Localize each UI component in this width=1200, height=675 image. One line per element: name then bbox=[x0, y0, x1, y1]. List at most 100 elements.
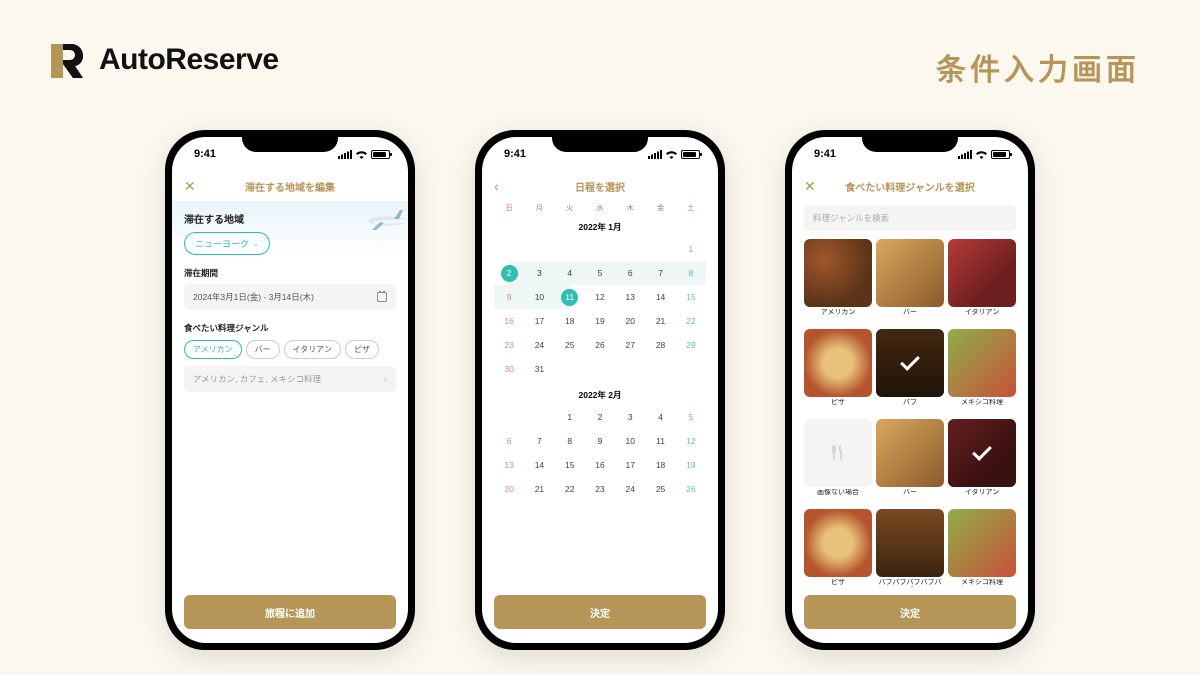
calendar-day[interactable]: 15 bbox=[555, 453, 585, 477]
close-button[interactable]: ✕ bbox=[184, 178, 196, 195]
calendar-day[interactable]: 5 bbox=[676, 405, 706, 429]
calendar-day[interactable]: 30 bbox=[494, 357, 524, 381]
more-genre-text: アメリカン, カフェ, メキシコ料理 bbox=[193, 373, 321, 385]
genre-image bbox=[948, 239, 1016, 307]
calendar-day[interactable]: 20 bbox=[494, 477, 524, 501]
calendar-day[interactable]: 23 bbox=[585, 477, 615, 501]
calendar-day[interactable]: 7 bbox=[645, 261, 675, 285]
calendar-day[interactable]: 22 bbox=[555, 477, 585, 501]
genre-image bbox=[804, 509, 872, 577]
calendar-day[interactable]: 19 bbox=[676, 453, 706, 477]
confirm-button[interactable]: 決定 bbox=[804, 595, 1016, 629]
genre-item[interactable]: アメリカン bbox=[804, 239, 872, 323]
calendar-day[interactable]: 17 bbox=[524, 309, 554, 333]
genre-item[interactable]: メキシコ料理 bbox=[948, 509, 1016, 587]
calendar-day[interactable]: 9 bbox=[585, 429, 615, 453]
calendar-day[interactable]: 16 bbox=[494, 309, 524, 333]
genre-item[interactable]: 画像ない場合 bbox=[804, 419, 872, 503]
check-icon bbox=[972, 441, 992, 461]
calendar-day[interactable]: 10 bbox=[524, 285, 554, 309]
calendar-day[interactable]: 14 bbox=[645, 285, 675, 309]
calendar-day[interactable]: 12 bbox=[585, 285, 615, 309]
genre-chip[interactable]: アメリカン bbox=[184, 340, 242, 359]
calendar-day[interactable]: 19 bbox=[585, 309, 615, 333]
status-time: 9:41 bbox=[504, 148, 526, 160]
calendar-day[interactable]: 1 bbox=[555, 405, 585, 429]
calendar-day[interactable]: 13 bbox=[615, 285, 645, 309]
calendar-day[interactable]: 1 bbox=[676, 237, 706, 261]
calendar-day[interactable]: 23 bbox=[494, 333, 524, 357]
genre-item[interactable]: イタリアン bbox=[948, 239, 1016, 323]
location-select[interactable]: ニューヨーク ⌄ bbox=[184, 232, 270, 255]
calendar-day[interactable]: 10 bbox=[615, 429, 645, 453]
calendar-day[interactable]: 18 bbox=[645, 453, 675, 477]
calendar-day[interactable]: 14 bbox=[524, 453, 554, 477]
calendar-day[interactable]: 3 bbox=[524, 261, 554, 285]
calendar-day[interactable]: 2 bbox=[585, 405, 615, 429]
calendar-day[interactable]: 27 bbox=[615, 333, 645, 357]
calendar-day[interactable]: 25 bbox=[555, 333, 585, 357]
calendar-day[interactable]: 6 bbox=[494, 429, 524, 453]
calendar-day[interactable]: 11 bbox=[555, 285, 585, 309]
calendar-day[interactable]: 28 bbox=[645, 333, 675, 357]
calendar-day[interactable]: 31 bbox=[524, 357, 554, 381]
calendar-day[interactable]: 29 bbox=[676, 333, 706, 357]
genre-label: パブパブパブパブパブ bbox=[876, 579, 944, 587]
calendar-day[interactable]: 24 bbox=[524, 333, 554, 357]
genre-item[interactable]: ピザ bbox=[804, 329, 872, 413]
genre-chip[interactable]: ピザ bbox=[345, 340, 379, 359]
add-to-itinerary-button[interactable]: 旅程に追加 bbox=[184, 595, 396, 629]
nav-title: 食べたい料理ジャンルを選択 bbox=[845, 179, 975, 194]
genre-item[interactable]: バー bbox=[876, 239, 944, 323]
calendar-day[interactable]: 4 bbox=[555, 261, 585, 285]
calendar-day[interactable]: 2 bbox=[494, 261, 524, 285]
genre-image bbox=[876, 239, 944, 307]
calendar-day[interactable]: 18 bbox=[555, 309, 585, 333]
date-range-input[interactable]: 2024年3月1日(金) - 3月14日(木) bbox=[184, 284, 396, 310]
calendar-day[interactable]: 8 bbox=[676, 261, 706, 285]
genre-image bbox=[948, 419, 1016, 487]
calendar-day bbox=[645, 357, 675, 381]
genre-chips: アメリカンバーイタリアンピザ bbox=[184, 340, 396, 359]
calendar-day[interactable]: 26 bbox=[676, 477, 706, 501]
genre-chip[interactable]: イタリアン bbox=[284, 340, 341, 359]
calendar-day[interactable]: 7 bbox=[524, 429, 554, 453]
calendar-day[interactable]: 25 bbox=[645, 477, 675, 501]
genre-search-input[interactable]: 料理ジャンルを検索 bbox=[804, 205, 1016, 231]
back-button[interactable]: ‹ bbox=[494, 178, 499, 194]
calendar-day[interactable]: 16 bbox=[585, 453, 615, 477]
calendar-day[interactable]: 9 bbox=[494, 285, 524, 309]
calendar-day[interactable]: 3 bbox=[615, 405, 645, 429]
calendar-day[interactable]: 22 bbox=[676, 309, 706, 333]
nav-title: 日程を選択 bbox=[575, 179, 625, 194]
genre-item[interactable]: パブ bbox=[876, 329, 944, 413]
genre-item[interactable]: バー bbox=[876, 419, 944, 503]
genre-item[interactable]: パブパブパブパブパブ bbox=[876, 509, 944, 587]
calendar-day[interactable]: 21 bbox=[524, 477, 554, 501]
genre-item[interactable]: イタリアン bbox=[948, 419, 1016, 503]
calendar-day[interactable]: 21 bbox=[645, 309, 675, 333]
genre-chip[interactable]: バー bbox=[246, 340, 280, 359]
calendar-day[interactable]: 8 bbox=[555, 429, 585, 453]
calendar-day[interactable]: 24 bbox=[615, 477, 645, 501]
calendar-month-2: 1234567891011121314151617181920212223242… bbox=[494, 405, 706, 501]
calendar-day bbox=[524, 405, 554, 429]
calendar-day[interactable]: 11 bbox=[645, 429, 675, 453]
calendar-day[interactable]: 4 bbox=[645, 405, 675, 429]
battery-icon bbox=[371, 150, 390, 159]
calendar-day[interactable]: 20 bbox=[615, 309, 645, 333]
close-button[interactable]: ✕ bbox=[804, 178, 816, 195]
calendar-day[interactable]: 6 bbox=[615, 261, 645, 285]
calendar-day[interactable]: 15 bbox=[676, 285, 706, 309]
genre-item[interactable]: ピザ bbox=[804, 509, 872, 587]
calendar-day[interactable]: 13 bbox=[494, 453, 524, 477]
chevron-down-icon: ⌄ bbox=[253, 240, 259, 248]
calendar-day[interactable]: 26 bbox=[585, 333, 615, 357]
calendar-day[interactable]: 12 bbox=[676, 429, 706, 453]
genre-item[interactable]: メキシコ料理 bbox=[948, 329, 1016, 413]
confirm-button[interactable]: 決定 bbox=[494, 595, 706, 629]
calendar-day[interactable]: 5 bbox=[585, 261, 615, 285]
more-genre-select[interactable]: アメリカン, カフェ, メキシコ料理 › bbox=[184, 366, 396, 392]
calendar-day[interactable]: 17 bbox=[615, 453, 645, 477]
genre-image bbox=[876, 419, 944, 487]
